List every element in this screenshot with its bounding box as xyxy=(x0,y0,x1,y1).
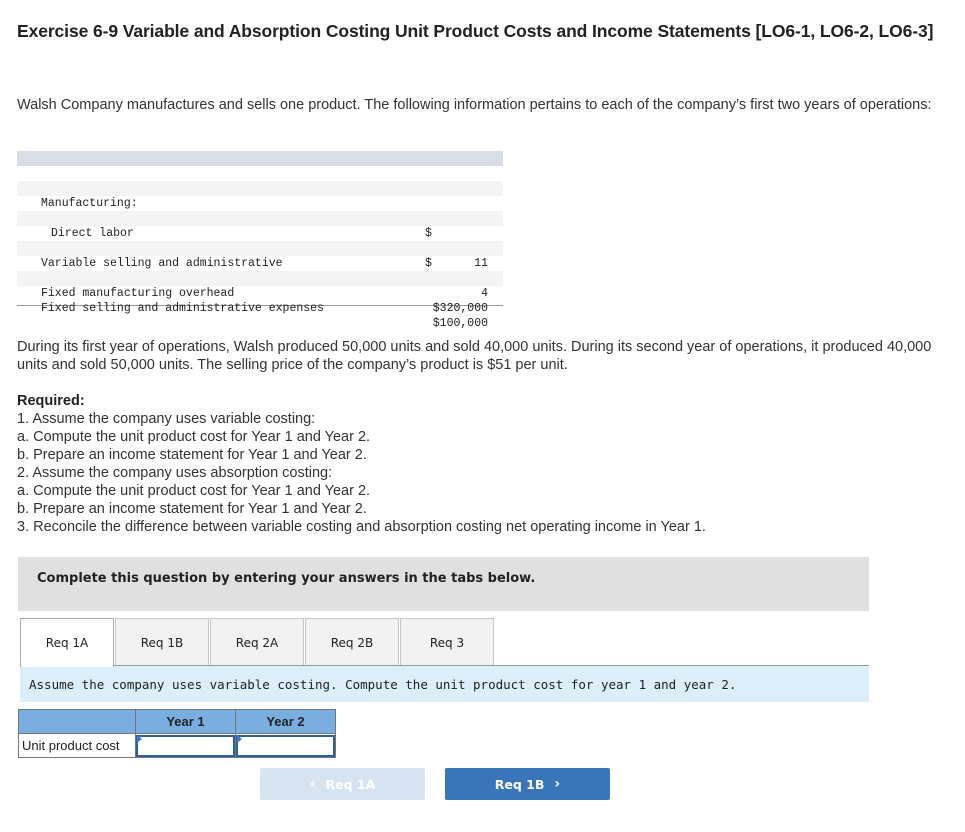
tab-instructions: Assume the company uses variable costing… xyxy=(20,666,869,702)
input-marker-icon xyxy=(137,735,142,743)
required-item: b. Prepare an income statement for Year … xyxy=(17,447,367,463)
next-req-label: Req 1B xyxy=(494,776,545,792)
year2-unit-cost-input[interactable] xyxy=(236,734,335,757)
tab-req-2a[interactable]: Req 2A xyxy=(210,618,304,666)
required-section: Required: 1. Assume the company uses var… xyxy=(17,392,947,536)
required-item: a. Compute the unit product cost for Yea… xyxy=(17,483,371,499)
answer-table: Year 1 Year 2 Unit product cost xyxy=(18,709,336,758)
answer-row: Unit product cost xyxy=(18,733,336,758)
table-header-bar xyxy=(17,151,503,166)
year1-cell xyxy=(135,733,236,758)
year2-cell xyxy=(235,733,336,758)
tab-req-1a[interactable]: Req 1A xyxy=(20,618,114,667)
row-amount: $320,000 xyxy=(432,302,488,315)
requirement-tabs: Req 1A Req 1B Req 2A Req 2B Req 3 xyxy=(20,618,495,667)
tab-req-2b[interactable]: Req 2B xyxy=(305,618,399,666)
required-item: 1. Assume the company uses variable cost… xyxy=(17,411,316,427)
table-row: Manufacturing: xyxy=(17,181,503,210)
year1-unit-cost-input[interactable] xyxy=(136,734,235,757)
complete-question-banner: Complete this question by entering your … xyxy=(18,557,869,611)
chevron-right-icon: › xyxy=(554,776,561,792)
chevron-left-icon: ‹ xyxy=(309,776,316,792)
intro-text: Walsh Company manufactures and sells one… xyxy=(17,97,932,113)
row-amount: $100,000 xyxy=(432,317,488,330)
prev-req-label: Req 1A xyxy=(325,776,376,792)
page-title: Exercise 6-9 Variable and Absorption Cos… xyxy=(17,21,934,41)
table-row: Fixed selling and administrative expense… xyxy=(17,286,503,330)
required-heading: Required: xyxy=(17,393,85,409)
required-item: 2. Assume the company uses absorption co… xyxy=(17,465,333,481)
tab-req-3[interactable]: Req 3 xyxy=(400,618,494,666)
input-marker-icon xyxy=(237,735,242,743)
tab-req-1b[interactable]: Req 1B xyxy=(115,618,209,666)
table-row: Variable selling and administrative $ 4 xyxy=(17,241,503,300)
table-row: Fixed costs per year: xyxy=(17,256,503,285)
table-row: Variable manufacturing overhead $ 5 xyxy=(17,226,503,285)
unit-product-cost-label: Unit product cost xyxy=(18,733,136,758)
prev-req-button[interactable]: ‹ Req 1A xyxy=(260,768,425,800)
answer-header-year2: Year 2 xyxy=(235,709,336,734)
table-row: Direct labor $ 11 xyxy=(17,211,503,270)
table-row: Direct materials $ 29 xyxy=(17,196,503,255)
answer-header-year1: Year 1 xyxy=(135,709,236,734)
row-label: Fixed selling and administrative expense… xyxy=(41,302,324,315)
table-row: Variable costs per unit: xyxy=(17,166,503,195)
required-item: 3. Reconcile the difference between vari… xyxy=(17,519,706,535)
next-req-button[interactable]: Req 1B › xyxy=(445,768,610,800)
answer-header-row: Year 1 Year 2 xyxy=(18,709,336,734)
answer-header-blank xyxy=(18,709,136,734)
table-row: Fixed manufacturing overhead $320,000 xyxy=(17,271,503,315)
cost-data-table: Variable costs per unit: Manufacturing: … xyxy=(17,151,503,330)
required-item: a. Compute the unit product cost for Yea… xyxy=(17,429,371,445)
required-item: b. Prepare an income statement for Year … xyxy=(17,501,367,517)
production-info-text: During its first year of operations, Wal… xyxy=(17,339,932,373)
